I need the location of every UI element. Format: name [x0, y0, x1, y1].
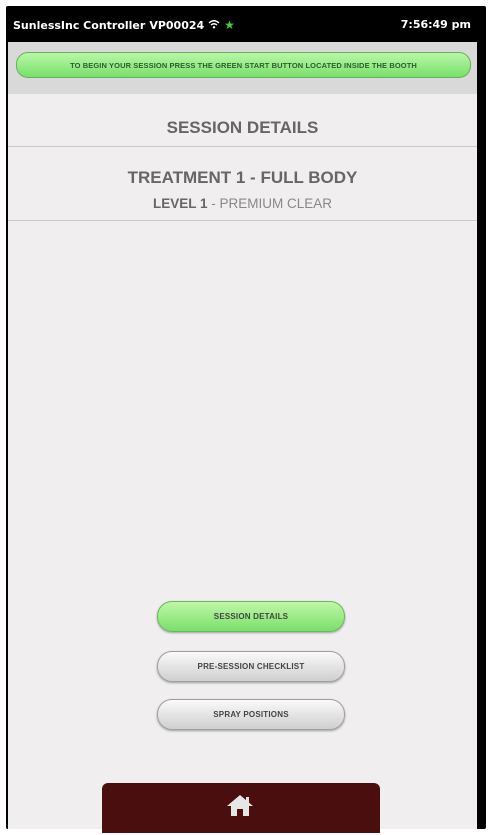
device-id: VP00024: [149, 18, 205, 32]
start-instruction-banner: TO BEGIN YOUR SESSION PRESS THE GREEN ST…: [16, 52, 471, 78]
clock: 7:56:49 pm: [400, 18, 471, 31]
level-name: PREMIUM CLEAR: [219, 196, 333, 211]
level-separator: -: [207, 196, 220, 211]
screen: SunlessInc Controller VP00024 ★ 7:56:49 …: [8, 10, 477, 829]
home-icon[interactable]: [225, 793, 255, 817]
treatment-name: TREATMENT 1 - FULL BODY: [127, 168, 358, 187]
page-title: SESSION DETAILS: [166, 118, 319, 137]
spray-positions-button[interactable]: SPRAY POSITIONS: [157, 699, 345, 730]
wifi-icon: [208, 19, 220, 32]
status-bar: SunlessInc Controller VP00024 ★ 7:56:49 …: [8, 10, 477, 42]
app-title: SunlessInc Controller: [13, 18, 146, 32]
pre-session-checklist-button[interactable]: PRE-SESSION CHECKLIST: [157, 651, 345, 682]
level-label: LEVEL 1: [152, 196, 208, 211]
banner-area: TO BEGIN YOUR SESSION PRESS THE GREEN ST…: [8, 42, 477, 94]
home-bar[interactable]: [102, 783, 380, 833]
treatment-level: LEVEL 1 - PREMIUM CLEAR: [8, 196, 477, 211]
star-icon: ★: [224, 18, 235, 32]
divider: [8, 146, 477, 147]
session-details-button[interactable]: SESSION DETAILS: [157, 601, 345, 632]
divider: [8, 220, 477, 221]
